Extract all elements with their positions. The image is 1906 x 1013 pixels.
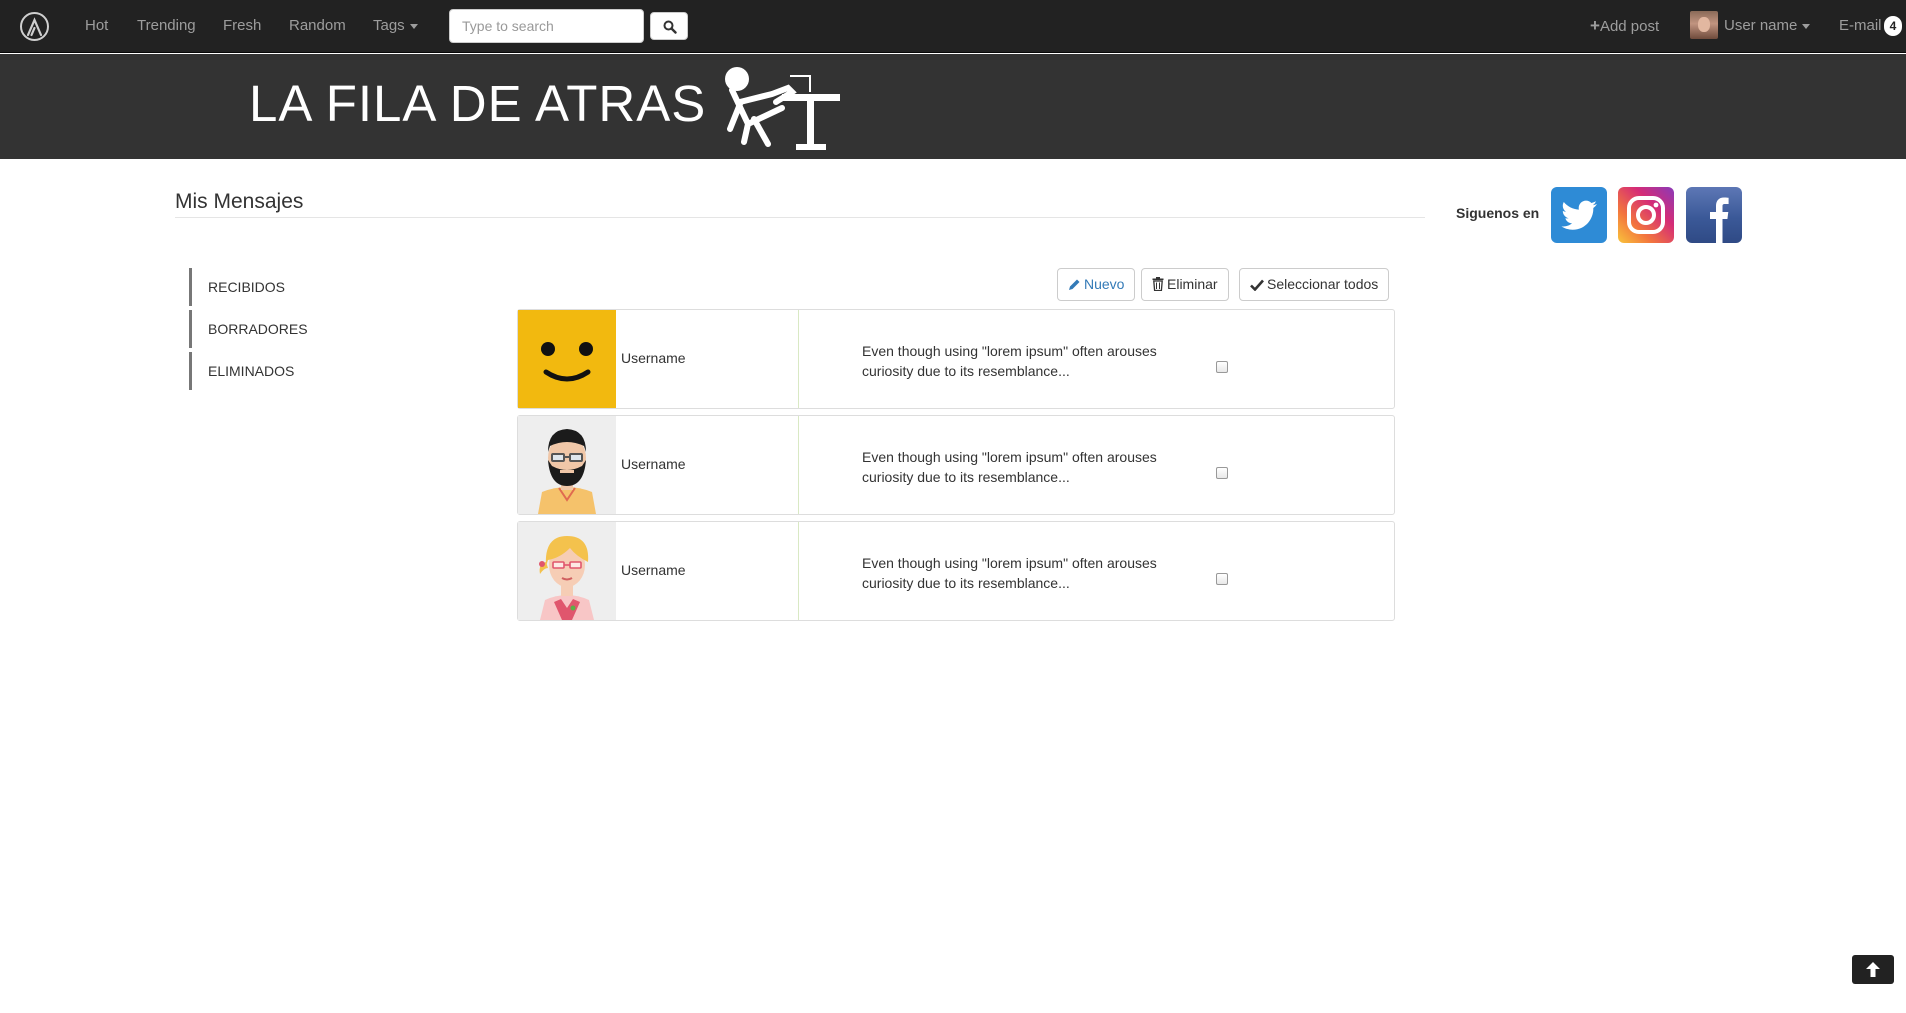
page-title: Mis Mensajes [175, 190, 304, 213]
checkmark-icon [1250, 279, 1264, 291]
search-icon [663, 20, 677, 34]
message-username: Username [621, 350, 686, 366]
nav-link-trending[interactable]: Trending [137, 17, 196, 35]
arrow-up-icon [1866, 962, 1880, 977]
message-divider [798, 310, 799, 408]
add-post-label: Add post [1599, 18, 1660, 35]
caret-down-icon [409, 23, 418, 29]
pencil-icon [1069, 279, 1080, 290]
facebook-icon[interactable] [1686, 187, 1742, 243]
top-navbar: Hot Trending Fresh Random Tags +Add post… [0, 0, 1906, 53]
back-to-top-button[interactable] [1852, 955, 1894, 984]
bearded-man-avatar [518, 416, 616, 514]
title-divider [175, 217, 1425, 218]
lambda-logo-icon[interactable] [20, 12, 49, 41]
email-link[interactable]: E-mail [1839, 17, 1882, 35]
message-preview: Even though using "lorem ipsum" often ar… [862, 343, 1157, 379]
message-username: Username [621, 456, 686, 472]
nav-link-hot[interactable]: Hot [85, 17, 108, 35]
tags-label: Tags [373, 17, 405, 34]
twitter-icon[interactable] [1551, 187, 1607, 243]
plus-icon: + [1590, 16, 1600, 35]
user-menu-dropdown[interactable]: User name [1724, 17, 1811, 35]
nav-link-random[interactable]: Random [289, 17, 346, 35]
search-input[interactable] [449, 9, 644, 43]
trash-icon [1152, 277, 1164, 291]
message-row[interactable]: Username Even though using "lorem ipsum"… [517, 521, 1395, 621]
site-banner: LA FILA DE ATRAS [0, 54, 1906, 159]
message-preview: Even though using "lorem ipsum" often ar… [862, 449, 1157, 485]
nav-link-fresh[interactable]: Fresh [223, 17, 261, 35]
select-all-button[interactable]: Seleccionar todos [1239, 268, 1390, 301]
blonde-woman-avatar [518, 522, 616, 620]
message-checkbox[interactable] [1216, 361, 1228, 373]
smiley-avatar [518, 310, 616, 408]
tags-dropdown[interactable]: Tags [373, 17, 418, 35]
search-button[interactable] [650, 12, 688, 40]
select-all-label: Seleccionar todos [1267, 276, 1379, 292]
instagram-icon[interactable] [1618, 187, 1674, 243]
message-checkbox[interactable] [1216, 573, 1228, 585]
sidebar-item-borradores[interactable]: BORRADORES [189, 310, 359, 348]
sidebar-item-eliminados[interactable]: ELIMINADOS [189, 352, 359, 390]
new-message-button[interactable]: Nuevo [1057, 268, 1136, 301]
delete-label: Eliminar [1167, 276, 1218, 292]
new-message-label: Nuevo [1084, 276, 1125, 292]
site-title: LA FILA DE ATRAS [249, 75, 707, 132]
message-row[interactable]: Username Even though using "lorem ipsum"… [517, 309, 1395, 409]
follow-us-label: Siguenos en [1456, 205, 1540, 221]
user-name-label: User name [1724, 17, 1798, 34]
message-username: Username [621, 562, 686, 578]
message-row[interactable]: Username Even though using "lorem ipsum"… [517, 415, 1395, 515]
email-count-badge: 4 [1884, 16, 1902, 36]
user-avatar[interactable] [1690, 11, 1718, 39]
message-preview: Even though using "lorem ipsum" often ar… [862, 555, 1157, 591]
add-post-link[interactable]: +Add post [1590, 17, 1659, 36]
message-checkbox[interactable] [1216, 467, 1228, 479]
message-divider [798, 522, 799, 620]
desk-figure-logo [725, 67, 840, 150]
caret-down-icon [1802, 23, 1811, 29]
delete-button[interactable]: Eliminar [1141, 268, 1229, 301]
sidebar-item-recibidos[interactable]: RECIBIDOS [189, 268, 359, 306]
message-divider [798, 416, 799, 514]
